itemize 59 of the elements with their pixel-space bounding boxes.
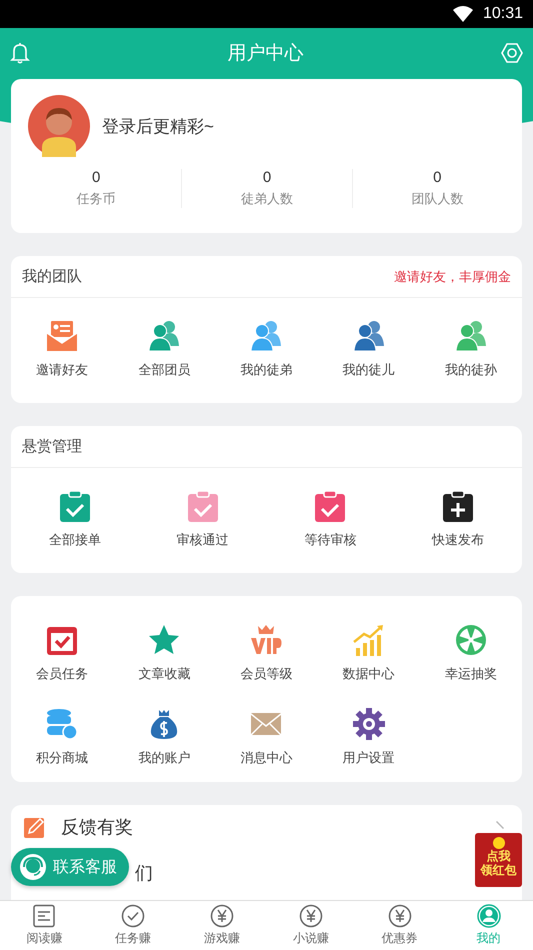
menu-item[interactable]: 审核通过 <box>176 531 229 549</box>
nav-tab[interactable]: 优惠券 <box>355 901 444 950</box>
page-title: 用户中心 <box>228 42 304 66</box>
prize-wheel-icon <box>454 624 487 656</box>
feedback-title[interactable]: 反馈有奖 <box>61 815 133 839</box>
coin-icon <box>492 837 504 849</box>
menu-item[interactable]: 我的账户 <box>138 749 190 767</box>
nav-tab[interactable]: 游戏赚 <box>178 901 266 950</box>
yen-coin-icon <box>210 904 234 928</box>
chevron-icon <box>496 821 504 829</box>
settings-icon[interactable] <box>501 42 523 64</box>
menu-item[interactable]: 快速发布 <box>432 531 484 549</box>
chart-growth-icon <box>352 624 385 656</box>
menu-item[interactable]: 全部团员 <box>138 361 190 379</box>
check-circle-icon <box>121 904 146 928</box>
menu-item[interactable]: 全部接单 <box>48 531 101 549</box>
avatar-icon[interactable] <box>28 95 90 157</box>
bell-icon[interactable] <box>10 42 30 64</box>
pencil-icon <box>23 815 47 839</box>
section-title: 我的团队 <box>22 267 82 286</box>
login-prompt: 登录后更精彩~ <box>102 116 214 138</box>
menu-item[interactable]: 积分商城 <box>36 749 88 767</box>
menu-item[interactable]: 我的徒弟 <box>240 361 292 379</box>
nav-tab[interactable]: 任务赚 <box>88 901 178 950</box>
menu-item[interactable]: 我的徒儿 <box>342 361 395 379</box>
menu-item[interactable]: 幸运抽奖 <box>444 665 497 683</box>
section-title: 悬赏管理 <box>22 437 82 456</box>
stat-label: 团队人数 <box>411 190 464 208</box>
yen-coin-icon <box>298 904 323 928</box>
stat-label: 任务币 <box>76 190 116 208</box>
menu-item[interactable]: 用户设置 <box>342 749 395 767</box>
yen-coin-icon <box>388 904 412 928</box>
gear-icon <box>352 708 385 740</box>
menu-item[interactable]: 邀请好友 <box>36 361 88 379</box>
vip-crown-icon <box>250 624 282 656</box>
nav-tab[interactable]: 小说赚 <box>266 901 356 950</box>
user-circle-icon <box>476 904 501 928</box>
headset-icon[interactable] <box>19 853 47 881</box>
stat-value: 0 <box>262 169 272 186</box>
menu-item[interactable]: 会员等级 <box>240 665 292 683</box>
document-icon <box>32 904 56 928</box>
menu-item[interactable]: 消息中心 <box>240 749 292 767</box>
menu-item[interactable]: 文章收藏 <box>138 665 190 683</box>
menu-item[interactable]: 数据中心 <box>342 665 395 683</box>
bonus-envelope-badge[interactable]: 点我 领红包 <box>475 833 522 887</box>
list-item-text: 们 <box>135 862 153 885</box>
star-icon <box>148 624 180 656</box>
stat-value: 0 <box>92 169 100 186</box>
nav-tab[interactable]: 阅读赚 <box>0 901 89 950</box>
invite-link[interactable]: 邀请好友，丰厚佣金 <box>394 268 511 286</box>
stat-label: 徒弟人数 <box>240 190 293 208</box>
menu-item[interactable]: 等待审核 <box>304 531 356 549</box>
wifi-icon <box>452 6 473 22</box>
clock-time: 10:31 <box>482 5 523 23</box>
database-icon <box>46 708 78 740</box>
menu-item[interactable]: 我的徒孙 <box>444 361 497 379</box>
calendar-check-icon <box>46 624 78 656</box>
menu-item[interactable]: 会员任务 <box>36 665 88 683</box>
stat-value: 0 <box>433 169 442 186</box>
